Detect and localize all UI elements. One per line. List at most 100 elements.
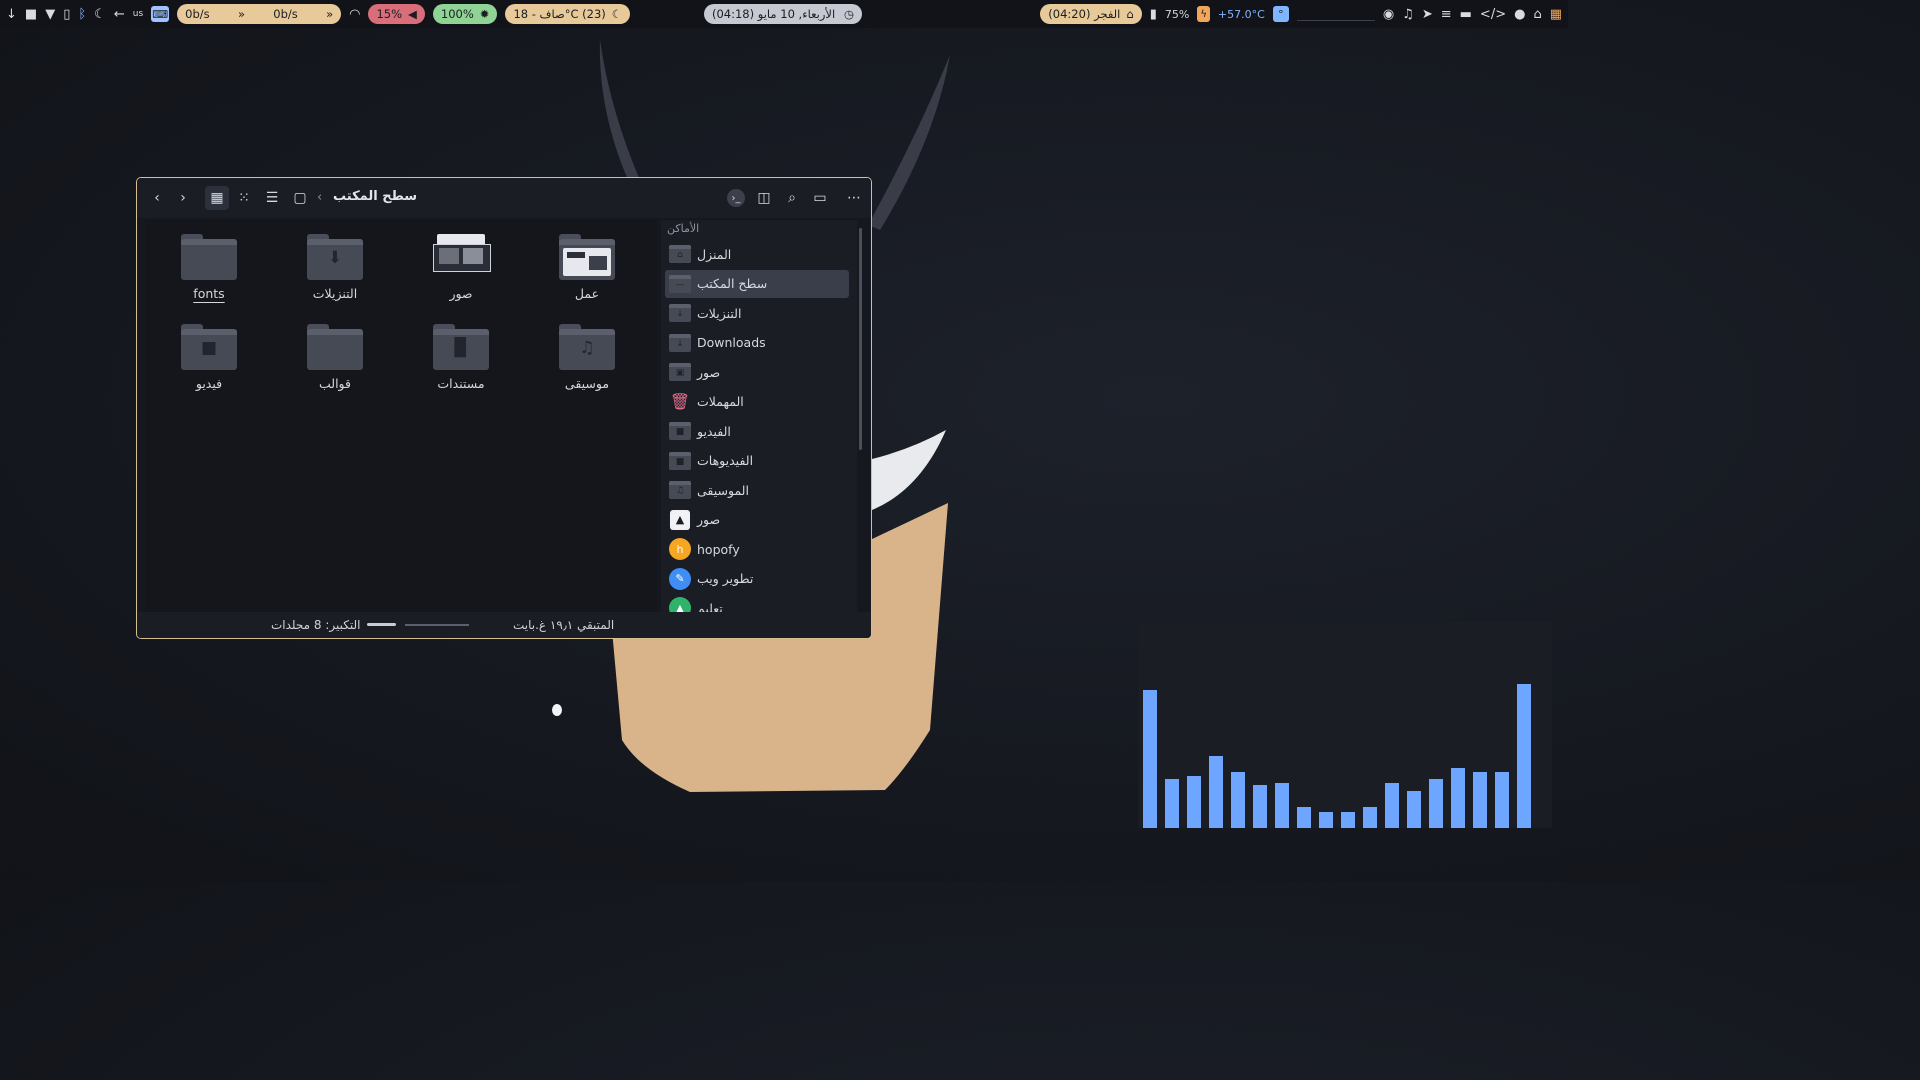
clock[interactable]: (04:18) الأربعاء, 10 مايو ◷ <box>704 4 862 24</box>
database-icon[interactable]: ≡ <box>1441 8 1452 21</box>
sidebar-item[interactable]: — سطح المكتب <box>665 269 849 298</box>
download-icon[interactable]: ↓ <box>6 8 17 21</box>
folder-thumbnail-icon <box>433 234 491 280</box>
education-icon: ▲ <box>669 597 691 612</box>
folder-tile-fonts[interactable]: fonts <box>154 234 264 301</box>
folder-tile-documents[interactable]: ▉ مستندات <box>406 324 516 391</box>
sidebar-item-label: تطوير ويب <box>697 571 754 586</box>
wifi-icon[interactable]: ▼ <box>45 8 55 21</box>
brightness-indicator[interactable]: 100% ✹ <box>432 4 498 24</box>
battery-label: 75% <box>1164 7 1190 21</box>
bluetooth-icon[interactable]: ᛒ <box>78 8 86 21</box>
sidebar-item-label: سطح المكتب <box>697 276 768 291</box>
mouse-cursor-icon <box>552 704 562 716</box>
menu-button[interactable]: ⋯ <box>842 186 866 210</box>
brightness-label: 100% <box>440 7 474 21</box>
back-arrow-icon[interactable]: ← <box>114 8 125 21</box>
wifi-signal-icon[interactable]: ◠ <box>349 8 360 21</box>
folder-tile-music[interactable]: ♫ موسيقى <box>532 324 642 391</box>
charging-icon: ϟ <box>1197 6 1210 22</box>
folder-tile-pictures[interactable]: صور <box>406 234 516 301</box>
sidebar-item[interactable]: 🗑 المهملات <box>665 388 849 416</box>
sidebar-scrollbar[interactable] <box>859 228 862 450</box>
trash-icon: 🗑 <box>669 392 691 411</box>
moon-icon: ☾ <box>611 7 623 21</box>
sidebar-item[interactable]: h hopofy <box>665 535 849 563</box>
folder-tile-work[interactable]: عمل <box>532 234 642 301</box>
more-options-icon: ⋯ <box>847 190 861 206</box>
speaker-icon: ◀ <box>408 7 417 21</box>
icon-view-button[interactable]: ▦ <box>205 186 229 210</box>
visualizer-bar <box>1341 812 1355 828</box>
battery-icon[interactable]: ▮ <box>1150 8 1157 21</box>
zoom-label: التكبير: 8 مجلدات <box>271 618 361 632</box>
sidebar-item[interactable]: ▲ تعليم <box>665 594 849 612</box>
volume-indicator[interactable]: 15% ◀ <box>368 4 425 24</box>
prayer-time[interactable]: الفجر (04:20) ⌂ <box>1040 4 1142 24</box>
visualizer-bar <box>1407 791 1421 828</box>
sidebar-item[interactable]: ▣ صور <box>665 358 849 386</box>
visualizer-bar <box>1319 812 1333 828</box>
sidebar-item-label: المهملات <box>697 394 744 409</box>
sidebar-item-label: الفيديوهات <box>697 453 754 468</box>
keyboard-icon[interactable]: ⌨ <box>151 6 170 22</box>
square-icon[interactable]: ■ <box>25 8 37 21</box>
zoom-slider-handle[interactable] <box>367 623 396 626</box>
terminal-button[interactable]: ›_ <box>724 186 748 210</box>
sidebar-item[interactable]: ✎ تطوير ويب <box>665 565 849 593</box>
network-speed[interactable]: 0b/s » 0b/s » <box>177 4 342 24</box>
top-bar-right: الفجر (04:20) ⌂ ▮ 75% ϟ +57.0°C ° ◉ ♫ ➤ … <box>1040 0 1562 28</box>
document-folder-icon: ▉ <box>433 324 489 370</box>
sidebar-item[interactable]: ■ الفيديوهات <box>665 447 849 475</box>
music-icon[interactable]: ♫ <box>1402 8 1414 21</box>
folder-tile-downloads[interactable]: ⬇ التنزيلات <box>280 234 390 301</box>
sidebar-item[interactable]: ▲ صور <box>665 506 849 534</box>
folder-tile-videos[interactable]: ■ فيديو <box>154 324 264 391</box>
visualizer-bar <box>1495 772 1509 828</box>
folder-label: مستندات <box>437 376 485 391</box>
new-folder-button[interactable]: ▭ <box>808 186 832 210</box>
folder-label: فيديو <box>195 376 223 391</box>
location-button[interactable]: ▢ <box>288 186 312 210</box>
top-bar-center: (04:18) الأربعاء, 10 مايو ◷ <box>704 4 862 24</box>
visualizer-bar <box>1517 684 1531 828</box>
keyboard-layout[interactable]: us <box>133 9 143 19</box>
sun-icon: ✹ <box>479 7 490 21</box>
photo-icon: ▲ <box>669 509 691 530</box>
breadcrumb[interactable]: سطح المكتب <box>333 189 417 204</box>
search-button[interactable]: ⌕ <box>780 186 804 210</box>
split-view-button[interactable]: ◫ <box>752 186 776 210</box>
folder-label: عمل <box>574 286 600 301</box>
thermometer-icon: ° <box>1272 6 1289 22</box>
visualizer-bar <box>1253 785 1267 828</box>
list-view-button[interactable]: ☰ <box>260 186 284 210</box>
sidebar-item[interactable]: ■ الفيديو <box>665 417 849 445</box>
sidebar-item[interactable]: ♫ الموسيقى <box>665 476 849 504</box>
places-sidebar: الأماكن ⌂ المنزل — سطح المكتب ↓ التنزيلات ↓ Dow… <box>661 220 857 612</box>
folder-label: التنزيلات <box>312 286 358 301</box>
home-icon[interactable]: ⌂ <box>1533 8 1541 21</box>
telegram-icon[interactable]: ➤ <box>1422 8 1433 21</box>
compact-view-button[interactable]: ⁙ <box>232 186 256 210</box>
home-folder-icon: ⌂ <box>669 244 691 264</box>
forward-button[interactable]: › <box>171 186 195 210</box>
night-light-icon[interactable]: ☾ <box>94 8 106 21</box>
grid-icon: ▦ <box>210 190 224 206</box>
free-space-label: المتبقي ١٩٫١ غ.بايت <box>513 618 615 632</box>
sidebar-item[interactable]: ↓ Downloads <box>665 329 849 357</box>
folder-icon[interactable]: ▬ <box>1460 8 1472 21</box>
visualizer-bar <box>1165 779 1179 828</box>
back-button[interactable]: ‹ <box>145 186 169 210</box>
weather-indicator[interactable]: صاف - 18°C (23) ☾ <box>505 4 631 24</box>
sidebar-item[interactable]: ↓ التنزيلات <box>665 299 849 327</box>
firefox-icon[interactable]: ● <box>1514 8 1525 21</box>
sidebar-item-label: الفيديو <box>697 423 731 439</box>
clipboard-icon[interactable]: ▯ <box>63 8 70 21</box>
zoom-slider[interactable] <box>405 624 469 626</box>
sidebar-item[interactable]: ⌂ المنزل <box>665 240 849 268</box>
net-down-label: 0b/s <box>185 7 210 21</box>
code-icon[interactable]: </> <box>1480 8 1506 21</box>
folder-tile-templates[interactable]: قوالب <box>280 324 390 391</box>
gamepad-icon[interactable]: ◉ <box>1383 8 1394 21</box>
color-palette-icon[interactable]: ▦ <box>1550 8 1562 21</box>
